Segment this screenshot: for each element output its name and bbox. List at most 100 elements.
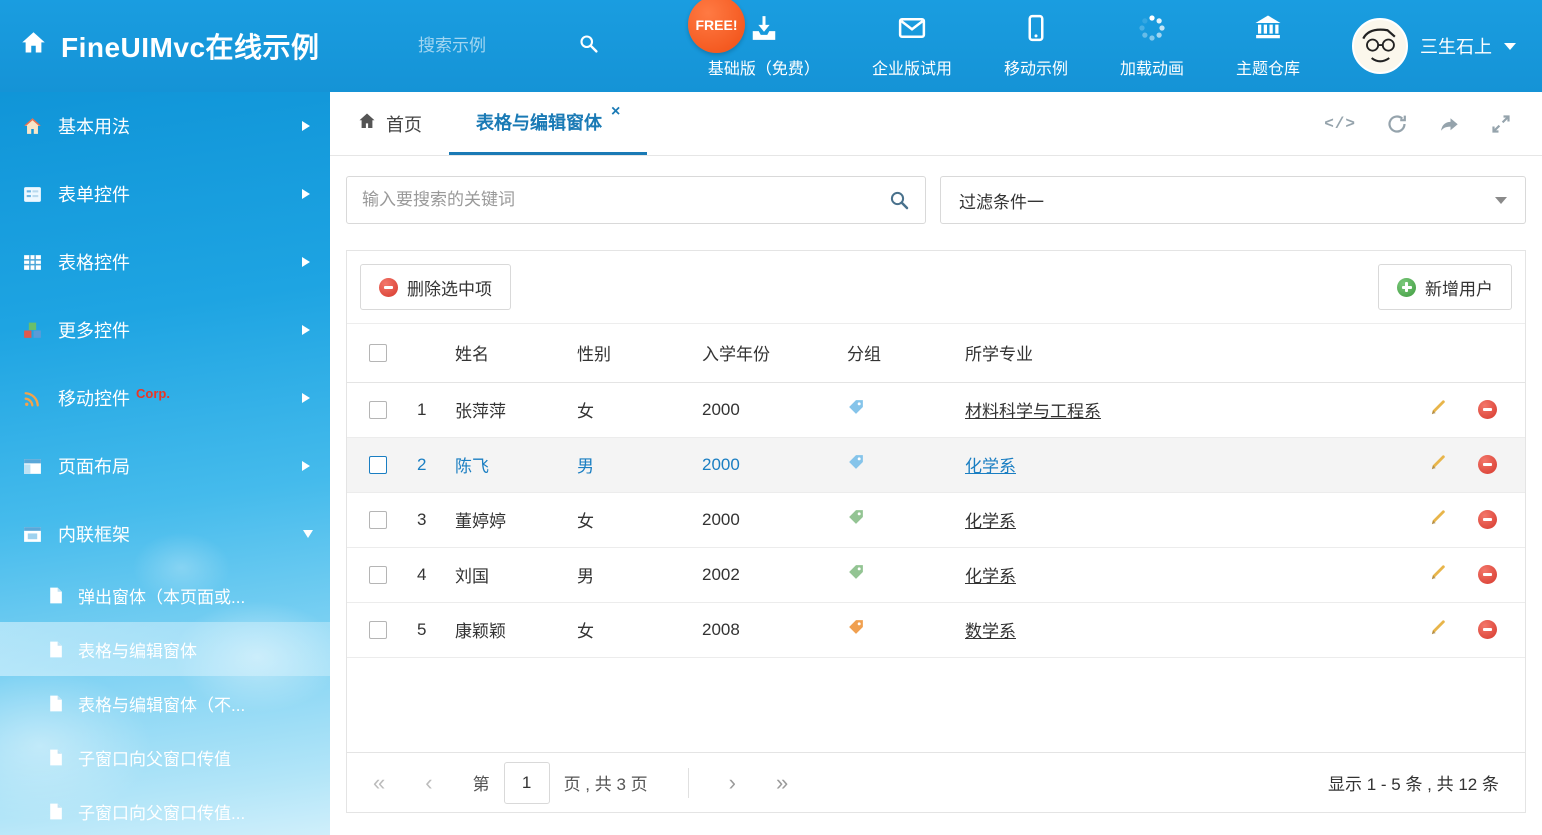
header-search-input[interactable] <box>418 36 568 56</box>
sidebar-item-form-controls[interactable]: 表单控件 <box>0 160 330 228</box>
tab-grid-edit-window[interactable]: 表格与编辑窗体 × <box>449 92 647 155</box>
edit-icon[interactable] <box>1429 507 1449 532</box>
edit-icon[interactable] <box>1429 617 1449 642</box>
cell-gender: 女 <box>577 492 702 547</box>
edit-icon[interactable] <box>1429 452 1449 477</box>
sidebar-item-inline-frame[interactable]: 内联框架 <box>0 500 330 568</box>
sidebar-subitem-label: 弹出窗体（本页面或... <box>78 583 245 608</box>
delete-selected-button[interactable]: 删除选中项 <box>360 264 511 310</box>
sidebar-item-label: 表格控件 <box>58 249 130 275</box>
sidebar-item-more-controls[interactable]: 更多控件 <box>0 296 330 364</box>
sidebar: 基本用法 表单控件 表格控件 更多控件 移动控件 Corp. 页面布局 <box>0 92 330 835</box>
delete-row-icon[interactable] <box>1478 565 1497 584</box>
major-link[interactable]: 化学系 <box>965 512 1016 531</box>
table-row[interactable]: 1 张萍萍 女 2000 材料科学与工程系 <box>347 382 1525 437</box>
delete-row-icon[interactable] <box>1478 400 1497 419</box>
share-icon[interactable] <box>1438 113 1460 135</box>
column-header-gender: 性别 <box>577 324 702 382</box>
button-label: 删除选中项 <box>407 275 492 300</box>
download-icon <box>749 13 779 48</box>
sidebar-subitem-grid-edit-window-2[interactable]: 表格与编辑窗体（不... <box>0 676 330 730</box>
edit-icon[interactable] <box>1429 562 1449 587</box>
row-checkbox[interactable] <box>369 511 387 529</box>
nav-item-theme-store[interactable]: 主题仓库 <box>1236 13 1300 79</box>
cell-index: 3 <box>397 492 455 547</box>
page-suffix-label: 页 , 共 3 页 <box>564 770 648 795</box>
first-page-icon[interactable]: « <box>373 772 385 794</box>
nav-item-loading-animation[interactable]: 加载动画 <box>1120 13 1184 79</box>
sidebar-item-grid-controls[interactable]: 表格控件 <box>0 228 330 296</box>
sidebar-subitem-label: 表格与编辑窗体 <box>78 637 197 662</box>
tag-icon[interactable] <box>847 563 865 581</box>
sidebar-subitem-label: 子窗口向父窗口传值... <box>78 799 245 824</box>
select-all-checkbox[interactable] <box>369 344 387 362</box>
sidebar-item-basic-usage[interactable]: 基本用法 <box>0 92 330 160</box>
keyword-search-input[interactable] <box>362 190 888 210</box>
page-number-input[interactable] <box>504 762 550 804</box>
tag-icon[interactable] <box>847 508 865 526</box>
nav-item-mobile-demo[interactable]: 移动示例 <box>1004 13 1068 79</box>
cell-year: 2000 <box>702 492 847 547</box>
search-icon[interactable] <box>568 33 599 59</box>
major-link[interactable]: 材料科学与工程系 <box>965 402 1101 421</box>
cell-gender: 女 <box>577 602 702 657</box>
table-row[interactable]: 3 董婷婷 女 2000 化学系 <box>347 492 1525 547</box>
sidebar-subitem-child-to-parent[interactable]: 子窗口向父窗口传值 <box>0 730 330 784</box>
main-content: 首页 表格与编辑窗体 × </> <box>330 92 1542 835</box>
user-menu[interactable]: 三生石上 <box>1352 18 1542 74</box>
filter-dropdown[interactable]: 过滤条件一 <box>940 176 1526 224</box>
button-label: 新增用户 <box>1425 275 1493 300</box>
edit-icon[interactable] <box>1429 397 1449 422</box>
table-row[interactable]: 4 刘国 男 2002 化学系 <box>347 547 1525 602</box>
search-icon[interactable] <box>888 189 910 211</box>
nav-item-enterprise-trial[interactable]: 企业版试用 <box>872 13 952 79</box>
major-link[interactable]: 化学系 <box>965 567 1016 586</box>
filter-row: 过滤条件一 <box>330 156 1542 238</box>
refresh-icon[interactable] <box>1386 113 1408 135</box>
tag-icon[interactable] <box>847 618 865 636</box>
cell-year: 2002 <box>702 547 847 602</box>
add-user-button[interactable]: 新增用户 <box>1378 264 1512 310</box>
row-checkbox[interactable] <box>369 456 387 474</box>
delete-row-icon[interactable] <box>1478 455 1497 474</box>
sidebar-subitem-child-to-parent-2[interactable]: 子窗口向父窗口传值... <box>0 784 330 835</box>
cell-year: 2000 <box>702 382 847 437</box>
bank-icon <box>1253 13 1283 48</box>
caret-down-icon <box>1504 43 1516 50</box>
tag-icon[interactable] <box>847 453 865 471</box>
cell-name: 张萍萍 <box>455 382 577 437</box>
sidebar-item-page-layout[interactable]: 页面布局 <box>0 432 330 500</box>
close-icon[interactable]: × <box>611 103 620 121</box>
sidebar-item-label: 基本用法 <box>58 113 130 139</box>
delete-row-icon[interactable] <box>1478 510 1497 529</box>
sidebar-subitem-popup-window[interactable]: 弹出窗体（本页面或... <box>0 568 330 622</box>
nav-label: 加载动画 <box>1120 55 1184 79</box>
major-link[interactable]: 化学系 <box>965 457 1016 476</box>
record-summary: 显示 1 - 5 条 , 共 12 条 <box>1328 770 1499 795</box>
sidebar-item-mobile-controls[interactable]: 移动控件 Corp. <box>0 364 330 432</box>
fullscreen-icon[interactable] <box>1490 113 1512 135</box>
cell-index: 2 <box>397 437 455 492</box>
view-source-icon[interactable]: </> <box>1324 115 1356 133</box>
last-page-icon[interactable]: » <box>776 772 788 794</box>
tab-home[interactable]: 首页 <box>330 92 449 155</box>
table-row[interactable]: 2 陈飞 男 2000 化学系 <box>347 437 1525 492</box>
next-page-icon[interactable]: › <box>729 772 736 794</box>
delete-row-icon[interactable] <box>1478 620 1497 639</box>
cell-name: 康颖颖 <box>455 602 577 657</box>
major-link[interactable]: 数学系 <box>965 622 1016 641</box>
chevron-right-icon <box>302 461 310 471</box>
file-icon <box>46 748 65 767</box>
table-row[interactable]: 5 康颖颖 女 2008 数学系 <box>347 602 1525 657</box>
sidebar-subitem-grid-edit-window[interactable]: 表格与编辑窗体 <box>0 622 330 676</box>
row-checkbox[interactable] <box>369 621 387 639</box>
form-icon <box>22 184 43 205</box>
row-checkbox[interactable] <box>369 401 387 419</box>
users-table: 姓名 性别 入学年份 分组 所学专业 1 张萍萍 <box>347 324 1525 658</box>
tag-icon[interactable] <box>847 398 865 416</box>
prev-page-icon[interactable]: ‹ <box>425 772 432 794</box>
tab-tools: </> <box>1324 92 1542 155</box>
house-icon <box>22 116 43 137</box>
row-checkbox[interactable] <box>369 566 387 584</box>
cubes-icon <box>22 320 43 341</box>
